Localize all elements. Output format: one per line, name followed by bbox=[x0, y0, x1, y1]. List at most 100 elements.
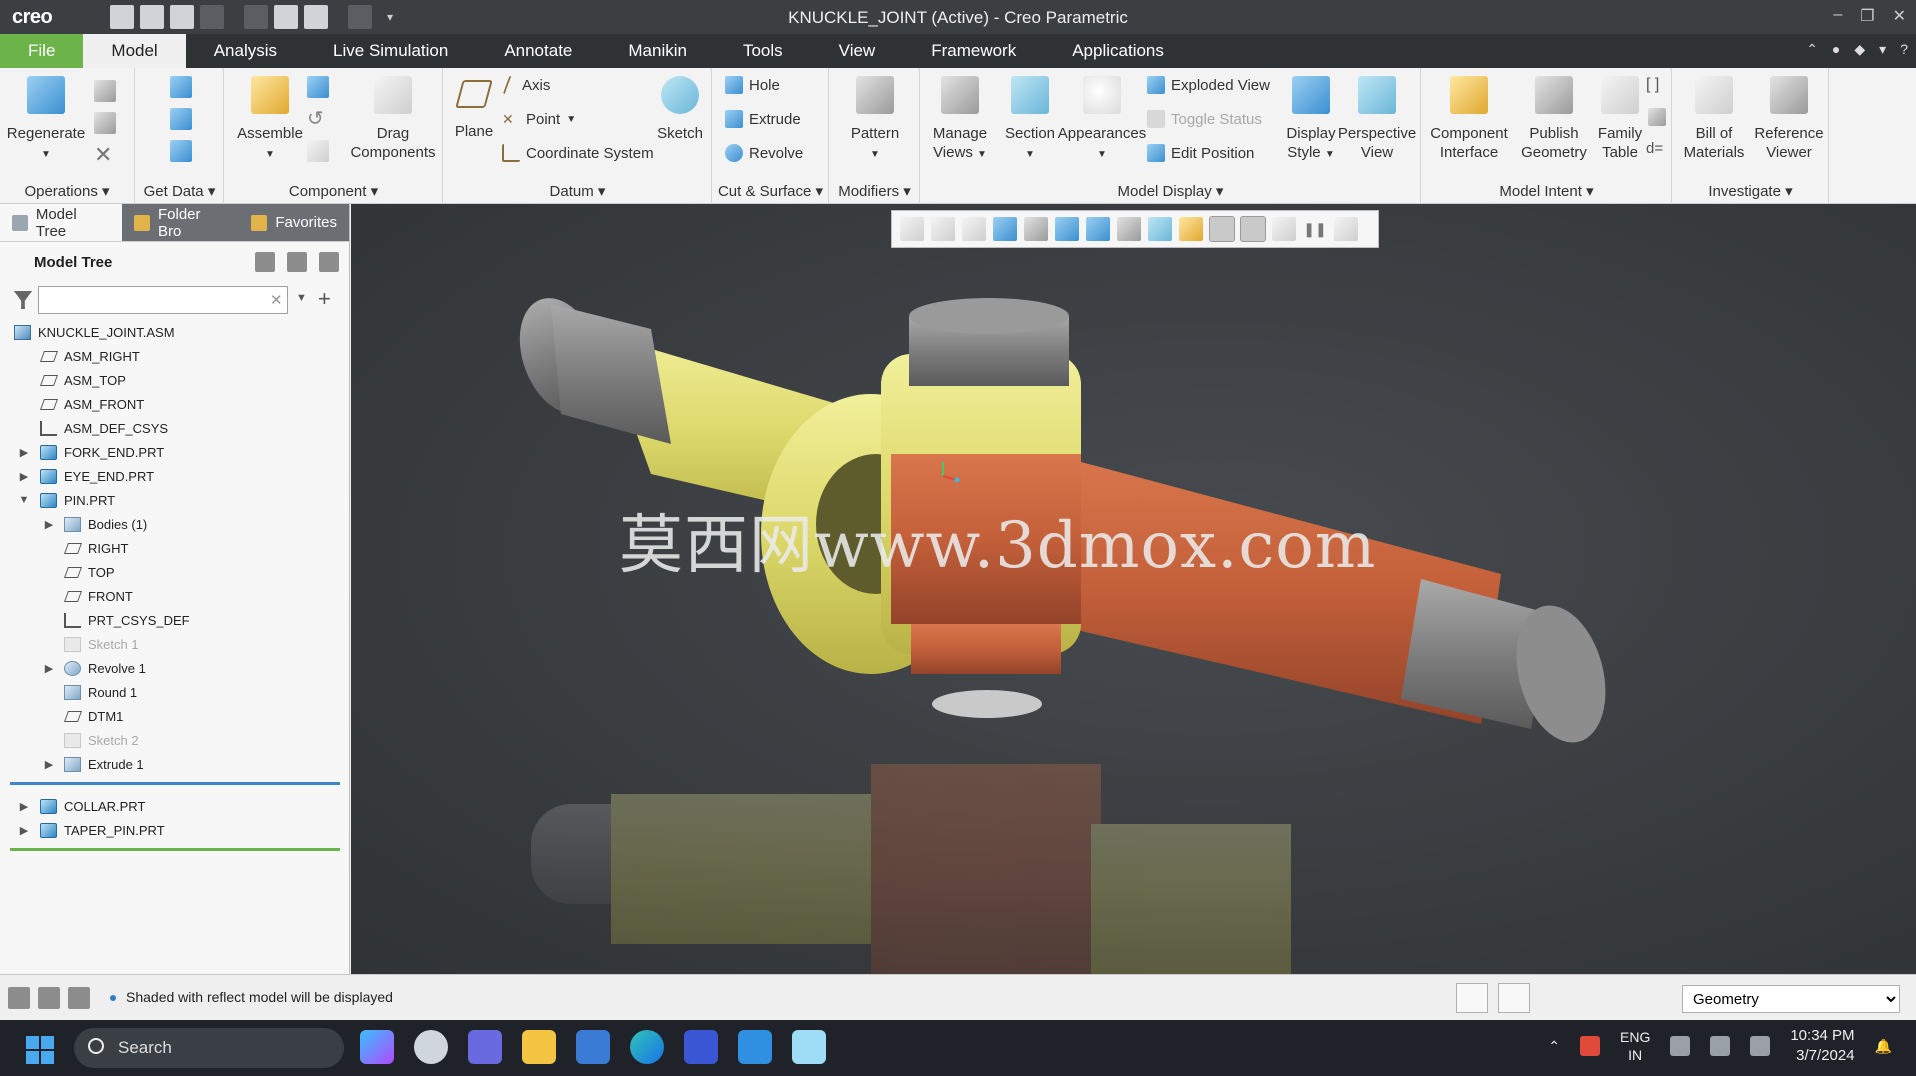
assemble-button[interactable]: Assemble ▼ bbox=[229, 72, 311, 164]
plane-button[interactable]: Plane bbox=[448, 72, 500, 141]
tree-search-input[interactable] bbox=[38, 286, 288, 314]
tab-analysis[interactable]: Analysis bbox=[186, 34, 305, 68]
tree-item-fork-end[interactable]: ▶ FORK_END.PRT bbox=[0, 440, 349, 464]
search-dropdown-icon[interactable]: ▼ bbox=[296, 292, 307, 304]
get-data-group-label[interactable]: Get Data ▾ bbox=[136, 182, 223, 200]
tree-item-knuckle-joint-asm[interactable]: KNUCKLE_JOINT.ASM bbox=[0, 320, 349, 344]
tree-item-right[interactable]: RIGHT bbox=[0, 536, 349, 560]
learning-icon[interactable]: ◆ bbox=[1854, 41, 1865, 58]
tree-item-asm-front[interactable]: ASM_FRONT bbox=[0, 392, 349, 416]
exploded-view-button[interactable]: Exploded View bbox=[1147, 76, 1270, 94]
selection-filter-select[interactable]: Geometry bbox=[1682, 985, 1900, 1013]
tab-folder-browser[interactable]: Folder Bro bbox=[122, 204, 240, 241]
tree-item-collar[interactable]: ▶ COLLAR.PRT bbox=[0, 794, 349, 818]
component-interface-button[interactable]: Component Interface bbox=[1424, 72, 1514, 162]
modifiers-group-label[interactable]: Modifiers ▾ bbox=[830, 182, 919, 200]
revolve-button[interactable]: Revolve bbox=[725, 144, 803, 162]
windows-start-icon[interactable] bbox=[26, 1036, 54, 1064]
model-intent-group-label[interactable]: Model Intent ▾ bbox=[1422, 182, 1671, 200]
tree-item-front[interactable]: FRONT bbox=[0, 584, 349, 608]
clear-search-icon[interactable]: ✕ bbox=[270, 291, 283, 309]
sync-icon[interactable] bbox=[1580, 1036, 1600, 1056]
hole-button[interactable]: Hole bbox=[725, 76, 780, 94]
coordinate-system-button[interactable]: Coordinate System bbox=[502, 144, 654, 162]
tree-item-taper-pin[interactable]: ▶ TAPER_PIN.PRT bbox=[0, 818, 349, 842]
point-button[interactable]: ✕ Point ▼ bbox=[502, 110, 576, 128]
help-icon[interactable]: ? bbox=[1900, 41, 1908, 58]
volume-icon[interactable] bbox=[1710, 1036, 1731, 1056]
axis-button[interactable]: Axis bbox=[502, 76, 550, 94]
account-icon[interactable]: ● bbox=[1832, 41, 1840, 58]
edit-position-button[interactable]: Edit Position bbox=[1147, 144, 1254, 162]
notification-bell-icon[interactable]: 🔔 bbox=[1875, 1038, 1892, 1055]
dropdown-icon[interactable]: ▾ bbox=[1879, 41, 1886, 58]
knuckle-joint-3d-model[interactable] bbox=[351, 204, 1916, 974]
tree-columns-icon[interactable] bbox=[287, 252, 307, 272]
tree-filters-icon[interactable] bbox=[319, 252, 339, 272]
mathcad-icon[interactable] bbox=[684, 1030, 718, 1064]
tab-tools[interactable]: Tools bbox=[715, 34, 811, 68]
language-indicator[interactable]: ENG IN bbox=[1620, 1028, 1650, 1064]
publish-geometry-button[interactable]: Publish Geometry bbox=[1516, 72, 1592, 162]
graphics-window[interactable]: ❚❚ 莫西网www.3dmox.com bbox=[351, 204, 1916, 974]
tree-item-prt-csys-def[interactable]: PRT_CSYS_DEF bbox=[0, 608, 349, 632]
find-icon[interactable] bbox=[1456, 983, 1488, 1013]
tree-settings-icon[interactable] bbox=[255, 252, 275, 272]
tab-manikin[interactable]: Manikin bbox=[600, 34, 715, 68]
switch-dimensions-icon[interactable]: d= bbox=[1646, 140, 1668, 162]
tab-annotate[interactable]: Annotate bbox=[476, 34, 600, 68]
photos-icon[interactable] bbox=[738, 1030, 772, 1064]
perspective-view-button[interactable]: Perspective View bbox=[1337, 72, 1417, 162]
copy-icon[interactable] bbox=[94, 80, 116, 102]
tree-item-bodies[interactable]: ▶ Bodies (1) bbox=[0, 512, 349, 536]
tree-item-asm-def-csys[interactable]: ASM_DEF_CSYS bbox=[0, 416, 349, 440]
tab-favorites[interactable]: Favorites bbox=[239, 204, 349, 241]
tree-item-eye-end[interactable]: ▶ EYE_END.PRT bbox=[0, 464, 349, 488]
tab-file[interactable]: File bbox=[0, 34, 84, 68]
network-icon[interactable] bbox=[1670, 1036, 1691, 1056]
parameters-icon[interactable] bbox=[1648, 108, 1666, 126]
model-display-group-label[interactable]: Model Display ▾ bbox=[921, 182, 1420, 200]
file-explorer-icon[interactable] bbox=[522, 1030, 556, 1064]
filter-funnel-icon[interactable] bbox=[14, 291, 32, 309]
tray-overflow-icon[interactable]: ⌃ bbox=[1548, 1038, 1560, 1055]
tab-live-simulation[interactable]: Live Simulation bbox=[305, 34, 476, 68]
restore-icon[interactable]: ❐ bbox=[1860, 6, 1874, 26]
datum-group-label[interactable]: Datum ▾ bbox=[444, 182, 711, 200]
tree-item-asm-right[interactable]: ASM_RIGHT bbox=[0, 344, 349, 368]
edge-icon[interactable] bbox=[630, 1030, 664, 1064]
creo-taskbar-icon[interactable] bbox=[792, 1030, 826, 1064]
investigate-group-label[interactable]: Investigate ▾ bbox=[1673, 182, 1828, 200]
toggle-status-button[interactable]: Toggle Status bbox=[1147, 110, 1262, 128]
teams-icon[interactable] bbox=[468, 1030, 502, 1064]
paste-icon[interactable] bbox=[94, 112, 116, 134]
operations-group-label[interactable]: Operations ▾ bbox=[0, 182, 134, 200]
tab-framework[interactable]: Framework bbox=[903, 34, 1044, 68]
tab-view[interactable]: View bbox=[811, 34, 904, 68]
tree-item-sketch-2[interactable]: Sketch 2 bbox=[0, 728, 349, 752]
tree-item-asm-top[interactable]: ASM_TOP bbox=[0, 368, 349, 392]
tab-applications[interactable]: Applications bbox=[1044, 34, 1192, 68]
tree-item-pin[interactable]: ▼ PIN.PRT bbox=[0, 488, 349, 512]
shrinkwrap-icon[interactable] bbox=[170, 140, 192, 162]
tab-model-tree[interactable]: Model Tree bbox=[0, 204, 123, 241]
store-icon[interactable] bbox=[576, 1030, 610, 1064]
create-component-icon[interactable] bbox=[307, 76, 329, 98]
navigator-toggle-icon[interactable] bbox=[8, 987, 30, 1009]
add-filter-icon[interactable]: + bbox=[318, 286, 331, 312]
insert-here-marker[interactable] bbox=[10, 782, 340, 785]
component-group-label[interactable]: Component ▾ bbox=[225, 182, 442, 200]
copilot-icon[interactable] bbox=[360, 1030, 394, 1064]
taskbar-search[interactable]: Search bbox=[74, 1028, 344, 1068]
family-table-button[interactable]: Family Table bbox=[1592, 72, 1648, 162]
display-style-button[interactable]: Display Style ▼ bbox=[1279, 72, 1343, 164]
fullscreen-icon[interactable] bbox=[68, 987, 90, 1009]
delete-icon[interactable]: ✕ bbox=[94, 144, 116, 166]
assembly-insert-marker[interactable] bbox=[10, 848, 340, 851]
extrude-button[interactable]: Extrude bbox=[725, 110, 801, 128]
copy-geometry-icon[interactable] bbox=[170, 108, 192, 130]
tree-item-sketch-1[interactable]: Sketch 1 bbox=[0, 632, 349, 656]
clock[interactable]: 10:34 PM 3/7/2024 bbox=[1790, 1026, 1854, 1066]
pattern-button[interactable]: Pattern ▼ bbox=[834, 72, 916, 164]
tree-item-round-1[interactable]: Round 1 bbox=[0, 680, 349, 704]
